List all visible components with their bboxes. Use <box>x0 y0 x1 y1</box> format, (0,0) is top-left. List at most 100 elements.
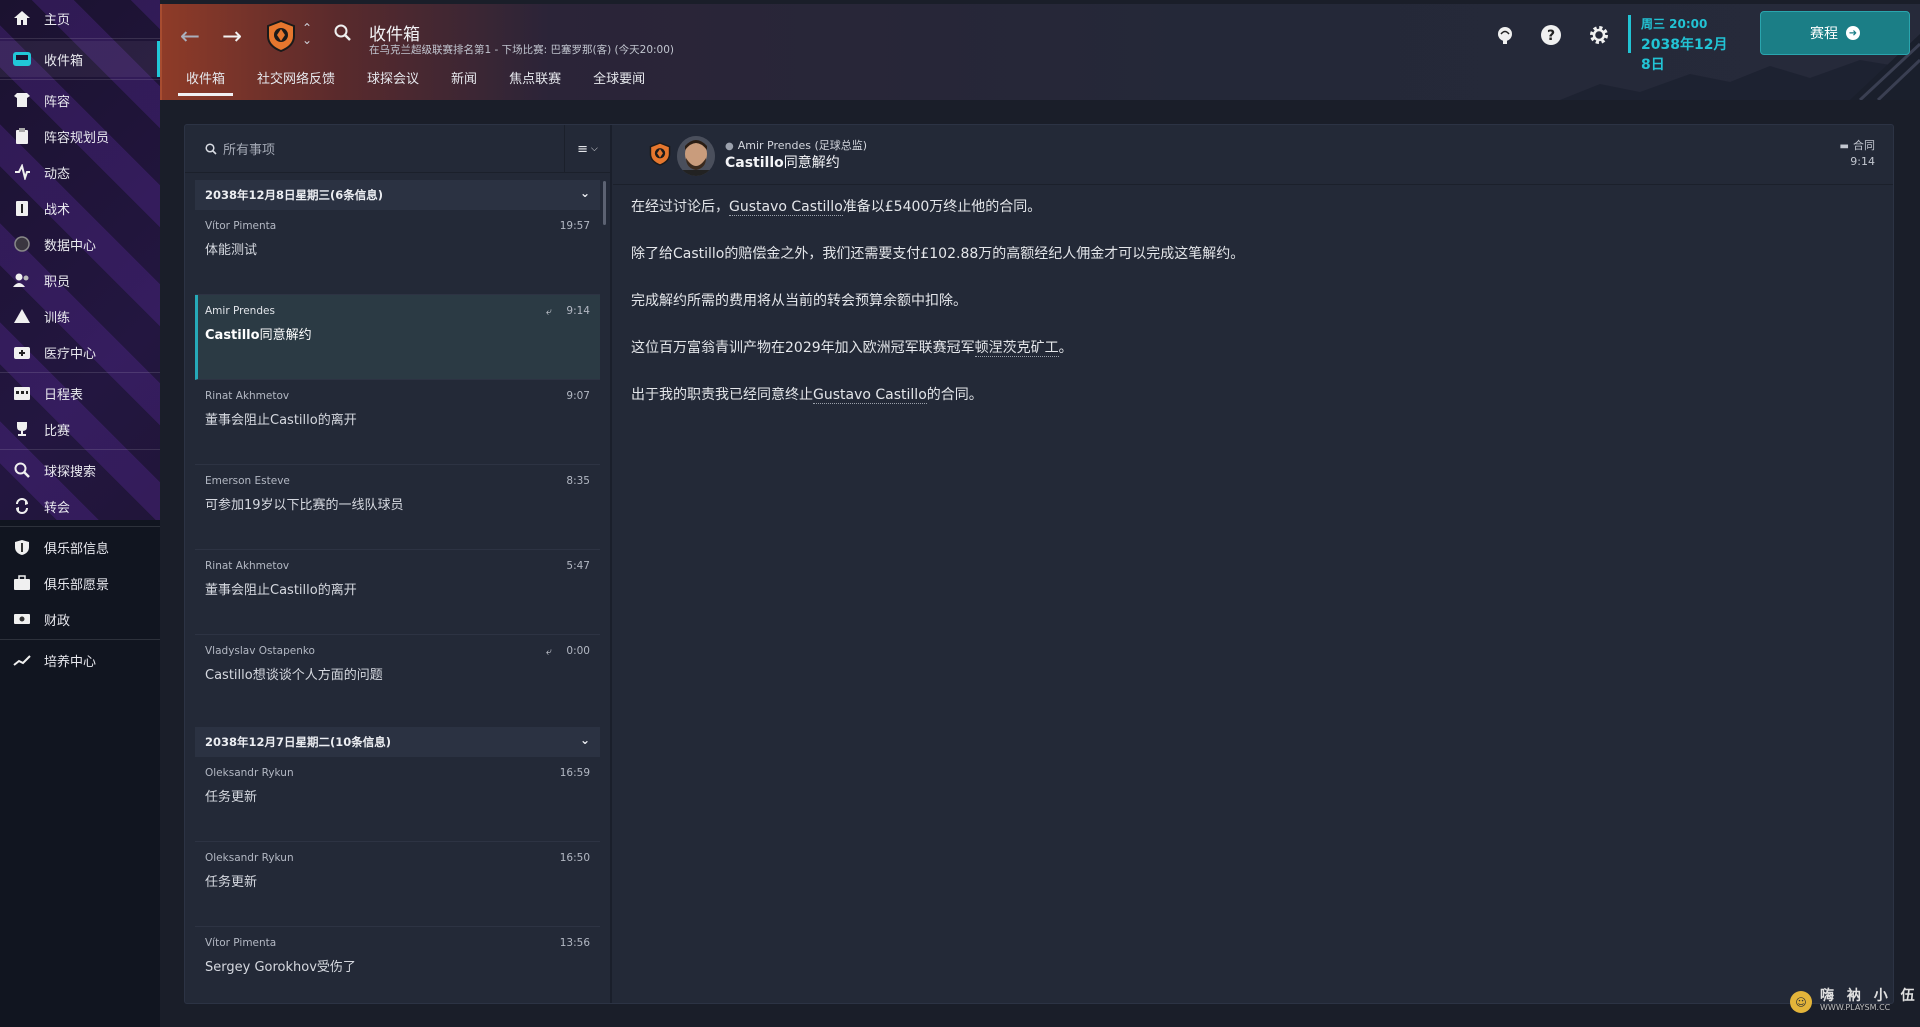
divider <box>0 526 160 527</box>
player-link[interactable]: Gustavo Castillo <box>813 387 927 404</box>
sidebar-item-scouting[interactable]: 球探搜索 <box>0 452 160 488</box>
club-link[interactable]: 顿涅茨克矿工 <box>974 340 1059 357</box>
watermark-logo-icon: ☺ <box>1790 991 1812 1013</box>
filter-button[interactable]: ≡ ⌵ <box>564 125 610 173</box>
subject-bold: Castillo <box>725 155 784 171</box>
staff-icon <box>12 270 32 290</box>
club-badge-icon[interactable] <box>266 19 296 53</box>
text: 的合同。 <box>926 387 983 403</box>
sidebar-item-club-vision[interactable]: 俱乐部愿景 <box>0 565 160 601</box>
sidebar-item-label: 培养中心 <box>44 654 97 670</box>
sidebar-item-medical[interactable]: 医疗中心 <box>0 334 160 370</box>
sidebar-item-squad[interactable]: 阵容 <box>0 82 160 118</box>
list-item[interactable]: Rinat Akhmetov 9:07 董事会阻止Castillo的离开 <box>195 380 600 465</box>
top-header: ← → ⌃ ⌄ 收件箱 在乌克兰超级联赛排名第1 - 下场比赛: 巴塞罗那(客) … <box>160 4 1920 100</box>
sidebar-item-staff[interactable]: 职员 <box>0 262 160 298</box>
search-placeholder: 所有事项 <box>223 143 276 158</box>
tab-focus-leagues[interactable]: 焦点联赛 <box>507 70 563 96</box>
player-link[interactable]: Gustavo Castillo <box>729 199 843 216</box>
tag-label: 合同 <box>1853 139 1875 152</box>
sidebar-nav: 主页 收件箱 阵容 阵容规划员 动态 战术 数据中心 职员 训练 医疗中心 日程… <box>0 0 160 678</box>
tab-news[interactable]: 新闻 <box>449 70 479 96</box>
search-icon[interactable] <box>334 24 352 46</box>
divider <box>0 79 160 80</box>
sidebar-item-label: 收件箱 <box>44 53 84 69</box>
sidebar-item-schedule[interactable]: 日程表 <box>0 375 160 411</box>
message-group-header[interactable]: 2038年12月7日星期二(10条信息) ⌄ <box>195 727 600 757</box>
sidebar-item-inbox[interactable]: 收件箱 <box>0 41 160 77</box>
sidebar-item-development-centre[interactable]: 培养中心 <box>0 642 160 678</box>
shield-icon <box>12 537 32 557</box>
text: 。 <box>1058 340 1073 356</box>
list-item[interactable]: Rinat Akhmetov 5:47 董事会阻止Castillo的离开 <box>195 550 600 635</box>
list-item[interactable]: Vladyslav Ostapenko ⤶ 0:00 Castillo想谈谈个人… <box>195 635 600 720</box>
sidebar-item-tactics[interactable]: 战术 <box>0 190 160 226</box>
scouting-search-icon <box>12 460 32 480</box>
sidebar-item-transfers[interactable]: 转会 <box>0 488 160 524</box>
back-arrow-icon[interactable]: ← <box>176 22 204 50</box>
msg-subject: Castillo想谈谈个人方面的问题 <box>205 668 383 683</box>
tab-inbox[interactable]: 收件箱 <box>178 70 234 96</box>
sidebar-item-label: 阵容 <box>44 94 71 110</box>
list-item-selected[interactable]: Amir Prendes ⤶ 9:14 Castillo同意解约 <box>195 295 600 380</box>
avatar[interactable] <box>677 136 715 176</box>
brain-icon[interactable] <box>1492 22 1518 48</box>
sidebar-item-label: 财政 <box>44 613 71 629</box>
msg-subject: 体能测试 <box>205 243 258 258</box>
text: 准备以£5400万终止他的合同。 <box>842 199 1042 215</box>
sidebar-item-squad-planner[interactable]: 阵容规划员 <box>0 118 160 154</box>
help-icon[interactable]: ? <box>1538 22 1564 48</box>
message-group-header[interactable]: 2038年12月8日星期三(6条信息) ⌄ <box>195 180 600 210</box>
sidebar-item-dynamics[interactable]: 动态 <box>0 154 160 190</box>
person-icon: ● <box>725 141 734 152</box>
search-icon <box>205 142 217 155</box>
sidebar-item-home[interactable]: 主页 <box>0 0 160 36</box>
msg-sender: Vladyslav Ostapenko <box>205 645 315 657</box>
list-item[interactable]: Oleksandr Rykun 16:50 任务更新 <box>195 842 600 927</box>
message-time: 9:14 <box>1850 155 1875 168</box>
msg-subject: 董事会阻止Castillo的离开 <box>205 413 357 428</box>
continue-button[interactable]: 赛程 ➜ <box>1760 11 1910 55</box>
sidebar-item-club-info[interactable]: 俱乐部信息 <box>0 529 160 565</box>
msg-sender: Emerson Esteve <box>205 475 290 487</box>
inbox-search[interactable]: 所有事项 ≡ ⌵ <box>185 125 610 173</box>
tab-scouting-meetings[interactable]: 球探会议 <box>365 70 421 96</box>
message-list-panel: 所有事项 ≡ ⌵ 2038年12月8日星期三(6条信息) ⌄ Vítor Pime… <box>185 125 612 1003</box>
transfer-icon <box>12 496 32 516</box>
finance-icon <box>12 609 32 629</box>
list-item[interactable]: Vítor Pimenta 19:57 体能测试 <box>195 210 600 295</box>
msg-subject-rest: 同意解约 <box>259 328 312 343</box>
body-paragraph: 出于我的职责我已经同意终止Gustavo Castillo的合同。 <box>631 383 1893 407</box>
scrollbar[interactable] <box>603 181 606 225</box>
list-item[interactable]: Oleksandr Rykun 16:59 任务更新 <box>195 757 600 842</box>
data-hub-icon <box>12 234 32 254</box>
date-day: 周三 20:00 <box>1641 17 1708 31</box>
sender-name: Amir Prendes (足球总监) <box>737 139 868 152</box>
tab-social-feedback[interactable]: 社交网络反馈 <box>255 70 337 96</box>
contract-tag: ▬ 合同 <box>1840 137 1875 153</box>
sidebar: 主页 收件箱 阵容 阵容规划员 动态 战术 数据中心 职员 训练 医疗中心 日程… <box>0 0 160 1027</box>
sidebar-item-finances[interactable]: 财政 <box>0 601 160 637</box>
body-paragraph: 除了给Castillo的赔偿金之外，我们还需要支付£102.88万的高额经纪人佣… <box>631 246 1245 262</box>
msg-time: 13:56 <box>559 937 590 949</box>
list-item[interactable]: Emerson Esteve 8:35 可参加19岁以下比赛的一线队球员 <box>195 465 600 550</box>
sidebar-item-label: 动态 <box>44 166 71 182</box>
list-item[interactable]: Vítor Pimenta 13:56 Sergey Gorokhov受伤了 <box>195 927 600 1012</box>
tab-world-news[interactable]: 全球要闻 <box>591 70 647 96</box>
divider <box>0 449 160 450</box>
sidebar-item-label: 球探搜索 <box>44 464 97 480</box>
sidebar-item-competitions[interactable]: 比赛 <box>0 411 160 447</box>
message-from[interactable]: ● Amir Prendes (足球总监) <box>725 137 867 153</box>
divider <box>0 372 160 373</box>
divider <box>0 639 160 640</box>
sidebar-item-data-hub[interactable]: 数据中心 <box>0 226 160 262</box>
msg-sender: Rinat Akhmetov <box>205 560 290 572</box>
msg-sender: Vítor Pimenta <box>205 220 277 232</box>
club-switch-icon[interactable]: ⌃ ⌄ <box>302 22 312 46</box>
training-icon <box>12 306 32 326</box>
sidebar-item-training[interactable]: 训练 <box>0 298 160 334</box>
forward-arrow-icon[interactable]: → <box>218 22 246 50</box>
gear-icon[interactable] <box>1586 22 1612 48</box>
msg-sender: Oleksandr Rykun <box>205 852 294 864</box>
msg-subject: Sergey Gorokhov受伤了 <box>205 960 356 975</box>
